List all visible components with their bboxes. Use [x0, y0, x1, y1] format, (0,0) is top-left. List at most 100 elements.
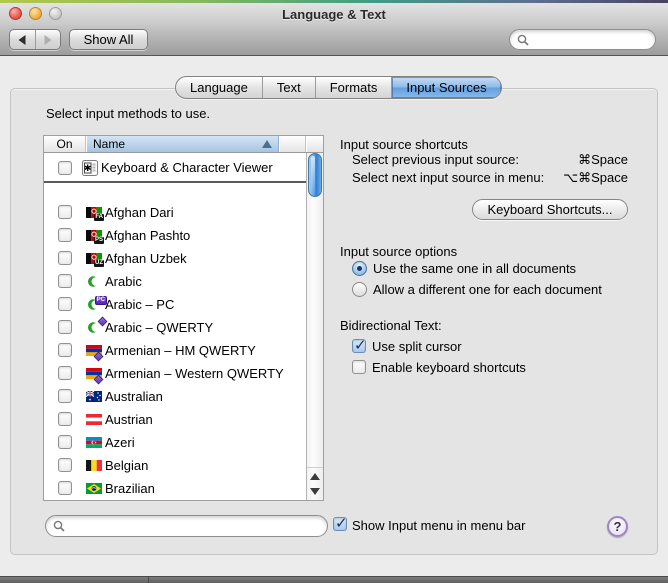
- list-item[interactable]: Brazilian: [44, 477, 306, 500]
- radio-option[interactable]: Use the same one in all documents: [352, 259, 602, 280]
- keyboard-character-viewer-checkbox[interactable]: [58, 161, 72, 175]
- show-all-button[interactable]: Show All: [69, 29, 148, 50]
- table-header: On Name: [44, 136, 323, 153]
- title-bar[interactable]: Language & Text: [0, 3, 668, 25]
- tab-bar: Language Text Formats Input Sources: [175, 76, 502, 99]
- list-item[interactable]: Austrian: [44, 408, 306, 431]
- list-item-label: Australian: [105, 389, 163, 404]
- bidi-checkbox-label: Enable keyboard shortcuts: [372, 360, 526, 375]
- scroll-down-arrow-icon[interactable]: [310, 488, 320, 495]
- row-checkbox[interactable]: [58, 228, 72, 242]
- list-item[interactable]: Azeri: [44, 431, 306, 454]
- back-button[interactable]: [10, 30, 35, 49]
- list-item-keyboard-character-viewer[interactable]: ✱ Keyboard & Character Viewer: [44, 153, 306, 183]
- list-item-label: Armenian – HM QWERTY: [105, 343, 256, 358]
- tab-formats[interactable]: Formats: [314, 77, 392, 98]
- shortcut-rows: Select previous input source: ⌘Space Selec…: [352, 152, 628, 188]
- list-item-label: Keyboard & Character Viewer: [101, 160, 273, 175]
- svg-text:✱: ✱: [84, 163, 92, 173]
- shortcut-value: ⌥⌘Space: [563, 170, 628, 185]
- list-item[interactable]: Belgian: [44, 454, 306, 477]
- row-checkbox[interactable]: [58, 412, 72, 426]
- list-item-label: Afghan Pashto: [105, 228, 191, 243]
- window-title: Language & Text: [282, 7, 386, 22]
- scrollbar-corner: [307, 136, 323, 152]
- list-item[interactable]: UZ Afghan Uzbek: [44, 247, 306, 270]
- row-checkbox[interactable]: [58, 435, 72, 449]
- list-item[interactable]: PC Arabic – PC: [44, 293, 306, 316]
- toolbar: Show All: [0, 25, 668, 56]
- tab-text[interactable]: Text: [261, 77, 315, 98]
- preference-pane-content: Language Text Formats Input Sources Select …: [0, 56, 668, 576]
- table-scrollbar[interactable]: [306, 153, 323, 500]
- row-checkbox[interactable]: [58, 389, 72, 403]
- toolbar-search-input[interactable]: [509, 29, 656, 50]
- tab-language[interactable]: Language: [176, 77, 262, 98]
- bidi-option[interactable]: Use split cursor: [352, 336, 526, 358]
- help-button[interactable]: ?: [607, 516, 628, 537]
- list-item-label: Austrian: [105, 412, 153, 427]
- bidi-option[interactable]: Enable keyboard shortcuts: [352, 358, 526, 379]
- shortcut-label: Select next input source in menu:: [352, 170, 545, 185]
- scrollbar-thumb[interactable]: [308, 153, 322, 197]
- list-item[interactable]: PS Afghan Pashto: [44, 224, 306, 247]
- austria-flag-icon: [86, 414, 102, 425]
- list-item[interactable]: Australian: [44, 385, 306, 408]
- afghanistan-flag-icon: FA: [86, 207, 104, 221]
- nav-back-forward: [9, 29, 61, 50]
- tab-input-sources[interactable]: Input Sources: [391, 77, 501, 98]
- brazil-flag-icon: [86, 483, 102, 494]
- language-and-text-window: Language & Text Show All Language Text For…: [0, 0, 668, 583]
- list-item[interactable]: Arabic: [44, 270, 306, 293]
- keyboard-shortcuts-button[interactable]: Keyboard Shortcuts...: [472, 199, 628, 220]
- column-header-on[interactable]: On: [44, 136, 86, 152]
- shortcut-row: Select previous input source: ⌘Space: [352, 152, 628, 170]
- azerbaijan-flag-icon: [86, 437, 102, 448]
- bidi-checkbox[interactable]: [352, 336, 367, 355]
- instruction-text: Select input methods to use.: [46, 106, 211, 121]
- row-checkbox[interactable]: [58, 458, 72, 472]
- input-rows: FA Afghan Dari PS Afghan Pashto UZ Afghan Uzb…: [44, 201, 306, 500]
- column-header-name[interactable]: Name: [87, 136, 279, 152]
- flag-variant-badge: UZ: [94, 260, 104, 267]
- australia-flag-icon: [86, 391, 102, 402]
- list-item[interactable]: Armenian – Western QWERTY: [44, 362, 306, 385]
- list-item[interactable]: Armenian – HM QWERTY: [44, 339, 306, 362]
- list-item-label: Brazilian: [105, 481, 155, 496]
- list-item-label: Belgian: [105, 458, 149, 473]
- list-item-label: Afghan Dari: [105, 205, 174, 220]
- window-bottom-edge: [0, 576, 668, 583]
- scroll-up-arrow-icon[interactable]: [310, 473, 320, 480]
- input-source-options-title: Input source options: [340, 244, 458, 259]
- keyboard-character-viewer-icon: ✱: [82, 160, 98, 176]
- row-checkbox[interactable]: [58, 320, 72, 334]
- list-item-label: Azeri: [105, 435, 135, 450]
- radio-option[interactable]: Allow a different one for each document: [352, 280, 602, 301]
- shortcut-value: ⌘Space: [578, 152, 628, 167]
- show-input-menu-label: Show Input menu in menu bar: [352, 518, 526, 533]
- flag-variant-badge: FA: [94, 214, 104, 221]
- list-item[interactable]: FA Afghan Dari: [44, 201, 306, 224]
- row-checkbox[interactable]: [58, 251, 72, 265]
- row-checkbox[interactable]: [58, 481, 72, 495]
- list-filter-search-input[interactable]: [45, 515, 328, 537]
- row-checkbox[interactable]: [58, 366, 72, 380]
- radio-button[interactable]: [352, 282, 367, 297]
- radio-button[interactable]: [352, 261, 367, 276]
- scrollbar-arrows: [307, 467, 323, 500]
- search-icon: [53, 520, 65, 532]
- crescent-flag-icon: PC: [86, 296, 107, 310]
- table-body: ✱ Keyboard & Character Viewer FA Afghan D…: [44, 153, 306, 500]
- flag-variant-badge: PS: [93, 237, 104, 244]
- bidi-checkbox[interactable]: [352, 360, 366, 374]
- show-input-menu-checkbox[interactable]: [333, 514, 348, 532]
- shortcut-label: Select previous input source:: [352, 152, 519, 167]
- row-checkbox[interactable]: [58, 297, 72, 311]
- bidi-checkbox-label: Use split cursor: [372, 339, 462, 354]
- row-checkbox[interactable]: [58, 205, 72, 219]
- shortcut-row: Select next input source in menu: ⌥⌘Space: [352, 170, 628, 188]
- list-item[interactable]: Arabic – QWERTY: [44, 316, 306, 339]
- forward-button[interactable]: [34, 30, 61, 49]
- row-checkbox[interactable]: [58, 274, 72, 288]
- row-checkbox[interactable]: [58, 343, 72, 357]
